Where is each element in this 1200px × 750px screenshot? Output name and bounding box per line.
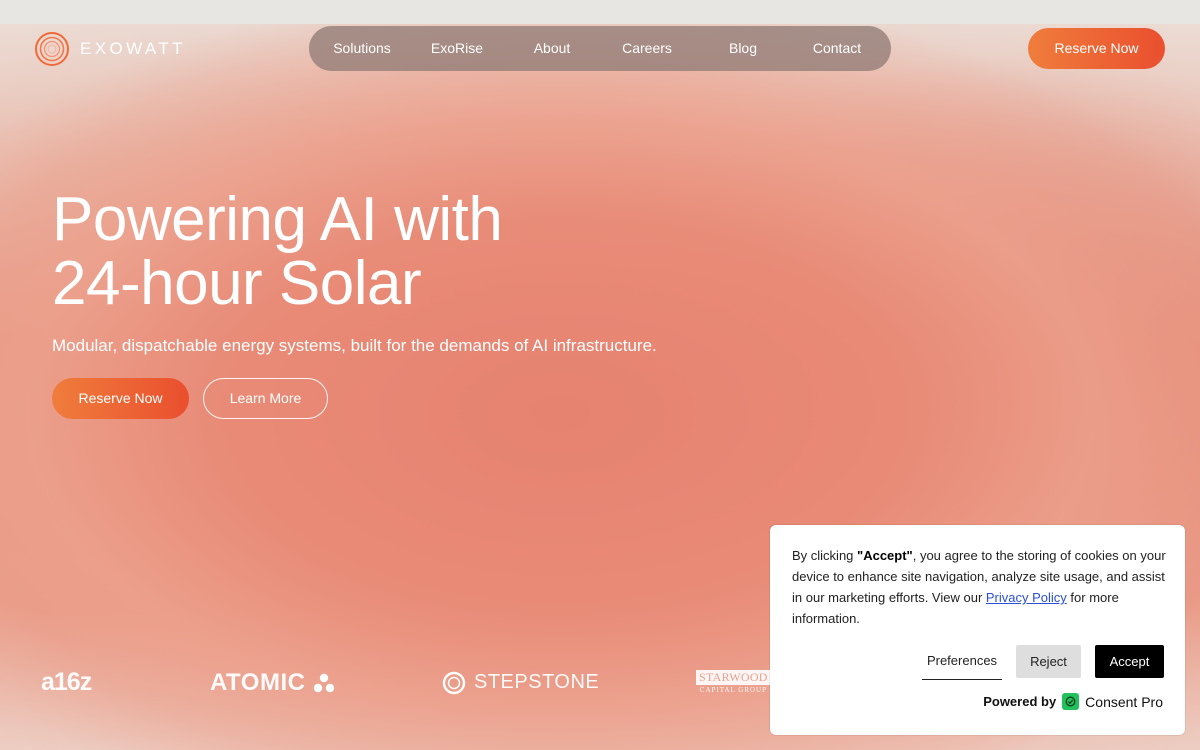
partner-stepstone-text: STEPSTONE xyxy=(474,671,600,693)
partner-a16z-text: a16z xyxy=(41,668,92,696)
header-reserve-button[interactable]: Reserve Now xyxy=(1028,28,1165,69)
consent-provider-name: Consent Pro xyxy=(1085,693,1163,710)
partner-atomic-logo: ATOMIC xyxy=(210,660,335,705)
cookie-message: By clicking "Accept", you agree to the s… xyxy=(792,545,1172,629)
main-nav: Solutions ExoRise About Careers Blog Con… xyxy=(309,26,891,71)
nav-item-exorise[interactable]: ExoRise xyxy=(431,26,483,71)
partner-starwood-logo: STARWOOD CAPITAL GROUP xyxy=(696,660,771,705)
accept-button[interactable]: Accept xyxy=(1095,645,1164,678)
hero-title-line-1: Powering AI with xyxy=(52,185,503,254)
partner-a16z-logo: a16z xyxy=(41,660,92,705)
nav-item-solutions[interactable]: Solutions xyxy=(333,26,391,71)
concentric-circles-icon xyxy=(35,32,69,66)
partner-logos: a16z ATOMIC STEPSTONE STARWOOD CAPITAL G… xyxy=(0,660,780,705)
cookie-text-before: By clicking xyxy=(792,548,858,563)
partner-starwood-text: STARWOOD xyxy=(696,670,771,685)
logo[interactable]: EXOWATT xyxy=(34,31,186,67)
hero-title-line-2: 24-hour Solar xyxy=(52,249,422,318)
powered-by: Powered by Consent Pro xyxy=(983,693,1163,710)
atomic-dots-icon xyxy=(314,673,335,692)
privacy-policy-link[interactable]: Privacy Policy xyxy=(986,590,1067,605)
partner-stepstone-logo: STEPSTONE xyxy=(442,660,599,705)
cookie-consent-dialog: By clicking "Accept", you agree to the s… xyxy=(770,525,1185,735)
partner-starwood-subtext: CAPITAL GROUP xyxy=(699,686,767,694)
hero-title: Powering AI with 24-hour Solar xyxy=(52,185,503,318)
learn-more-button[interactable]: Learn More xyxy=(203,378,328,419)
nav-item-blog[interactable]: Blog xyxy=(729,26,757,71)
reject-button[interactable]: Reject xyxy=(1016,645,1081,678)
browser-top-strip xyxy=(0,0,1200,24)
preferences-button[interactable]: Preferences xyxy=(922,646,1002,680)
hero-reserve-button[interactable]: Reserve Now xyxy=(52,378,189,419)
consent-check-icon xyxy=(1062,693,1080,710)
stepstone-ring-icon xyxy=(442,671,466,694)
hero-subtitle: Modular, dispatchable energy systems, bu… xyxy=(52,336,657,355)
cookie-text-accept-bold: "Accept" xyxy=(857,548,913,563)
nav-item-careers[interactable]: Careers xyxy=(622,26,672,71)
nav-item-contact[interactable]: Contact xyxy=(813,26,861,71)
brand-name: EXOWATT xyxy=(80,39,186,58)
partner-atomic-text: ATOMIC xyxy=(210,668,306,696)
powered-by-label: Powered by xyxy=(983,694,1057,709)
nav-item-about[interactable]: About xyxy=(534,26,571,71)
